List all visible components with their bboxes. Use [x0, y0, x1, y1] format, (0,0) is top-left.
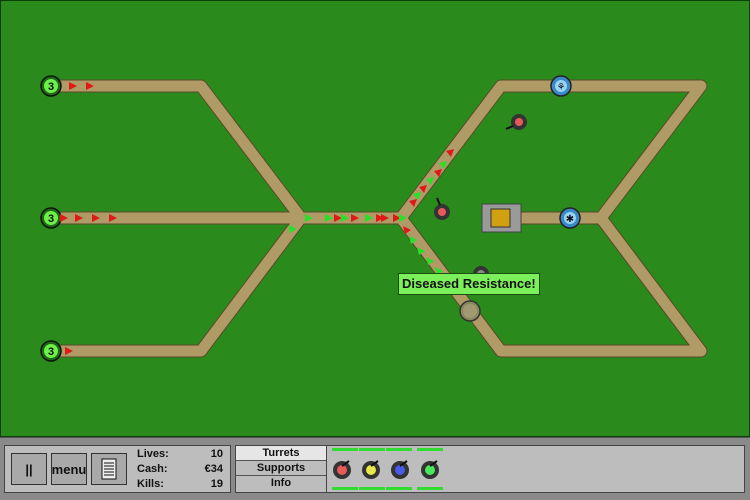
cash-stat: Cash: €34 [137, 463, 223, 478]
buy-red-turret[interactable] [330, 458, 354, 482]
placed-turret[interactable] [505, 114, 527, 130]
kills-value: 19 [210, 478, 223, 490]
red-turret-icon [333, 460, 351, 479]
spawn-point-bottom[interactable]: 3 [40, 340, 62, 362]
lives-label: Lives: [137, 448, 169, 460]
blue-turret-icon [391, 460, 409, 479]
shop-tabs: Turrets Supports Info [236, 446, 327, 492]
tab-turrets[interactable]: Turrets [236, 446, 326, 461]
cooldown-bar [332, 448, 358, 451]
player-base [481, 203, 522, 233]
support-tower[interactable]: ⚘ [550, 75, 572, 97]
menu-button[interactable]: menu [51, 453, 87, 485]
spawn-point-middle[interactable]: 3 [40, 207, 62, 229]
game-board[interactable]: 3 3 3 ⚘ ✱ Diseased Resistance! [0, 0, 750, 437]
wave-banner: Diseased Resistance! [398, 273, 540, 295]
notes-icon [101, 458, 117, 480]
cooldown-bar [417, 448, 443, 451]
svg-text:✱: ✱ [566, 214, 574, 225]
stats-block: Lives: 10 Cash: €34 Kills: 19 [133, 446, 226, 492]
cash-value: €34 [204, 463, 223, 475]
yellow-turret-icon [362, 460, 380, 479]
spawn-count: 3 [48, 213, 54, 225]
support-tower[interactable]: ✱ [559, 207, 581, 229]
empty-turret-slot[interactable] [459, 300, 481, 322]
cooldown-bar [386, 448, 412, 451]
cooldown-bar [359, 487, 385, 490]
pause-button[interactable]: || [11, 453, 47, 485]
svg-text:⚘: ⚘ [557, 82, 566, 93]
green-turret-icon [421, 460, 439, 479]
buy-green-turret[interactable] [418, 458, 442, 482]
spawn-point-top[interactable]: 3 [40, 75, 62, 97]
buy-yellow-turret[interactable] [359, 458, 383, 482]
spawn-count: 3 [48, 81, 54, 93]
lives-value: 10 [210, 448, 223, 460]
notes-button[interactable] [91, 453, 127, 485]
cooldown-bar [332, 487, 358, 490]
shop-panel: Turrets Supports Info [235, 445, 745, 493]
cooldown-bar [417, 487, 443, 490]
lives-stat: Lives: 10 [137, 448, 223, 463]
game-map[interactable]: 3 3 3 ⚘ ✱ [1, 1, 750, 438]
cooldown-bar [386, 487, 412, 490]
cooldown-bar [359, 448, 385, 451]
kills-stat: Kills: 19 [137, 478, 223, 493]
cash-label: Cash: [137, 463, 168, 475]
placed-turret[interactable] [434, 197, 450, 220]
tab-supports[interactable]: Supports [236, 461, 326, 476]
tab-info[interactable]: Info [236, 476, 326, 491]
control-panel: || menu Lives: 10 Cash: €34 Kills: 19 [4, 445, 231, 493]
kills-label: Kills: [137, 478, 164, 490]
spawn-count: 3 [48, 346, 54, 358]
control-hud: || menu Lives: 10 Cash: €34 Kills: 19 Tu… [0, 437, 750, 500]
buy-blue-turret[interactable] [388, 458, 412, 482]
